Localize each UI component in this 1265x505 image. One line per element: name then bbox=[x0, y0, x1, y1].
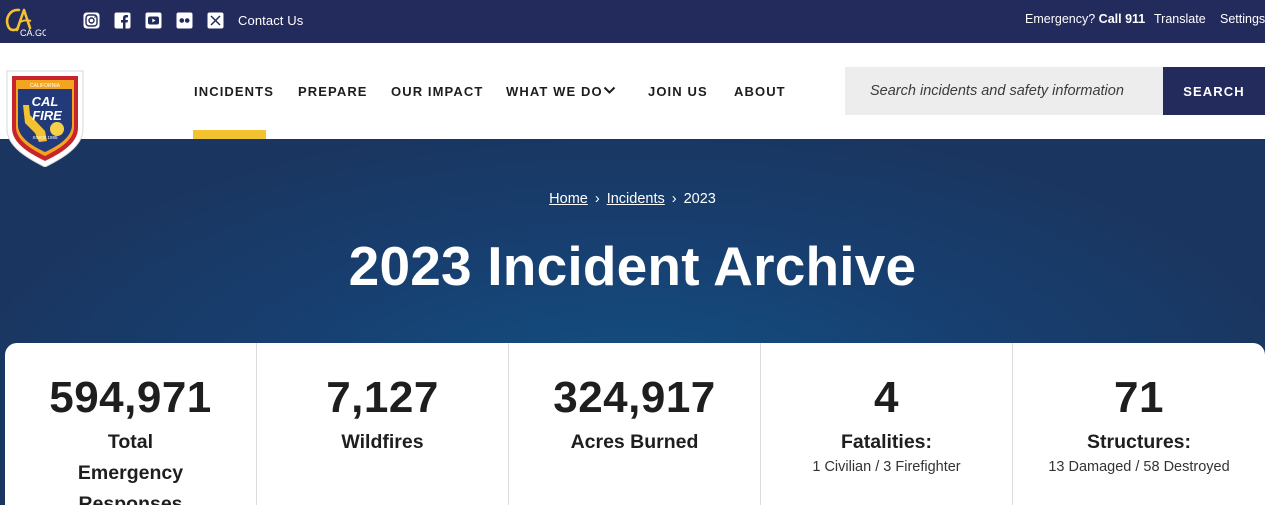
breadcrumb-current: 2023 bbox=[683, 191, 716, 207]
chevron-down-icon[interactable] bbox=[603, 84, 616, 97]
emergency-prefix: Emergency? bbox=[1025, 12, 1096, 26]
svg-text:SINCE 1885: SINCE 1885 bbox=[32, 135, 58, 140]
stat-total-emergency-responses: 594,971 Total Emergency Responses bbox=[5, 343, 257, 505]
nav-our-impact[interactable]: OUR IMPACT bbox=[391, 84, 483, 99]
stat-label: Total Emergency Responses bbox=[77, 431, 184, 505]
stat-fatalities: 4 Fatalities: 1 Civilian / 3 Firefighter bbox=[761, 343, 1013, 505]
svg-text:CAL: CAL bbox=[32, 94, 59, 109]
youtube-icon[interactable] bbox=[145, 12, 162, 29]
translate-button[interactable]: Translate bbox=[1154, 12, 1206, 26]
stat-label: Fatalities: bbox=[840, 431, 933, 453]
stat-label: Structures: bbox=[1086, 431, 1192, 453]
instagram-icon[interactable] bbox=[83, 12, 100, 29]
nav-prepare[interactable]: PREPARE bbox=[298, 84, 368, 99]
stat-acres-burned: 324,917 Acres Burned bbox=[509, 343, 761, 505]
cal-fire-logo[interactable]: CALIFORNIA CAL FIRE SINCE 1885 bbox=[5, 67, 85, 209]
stat-label: Wildfires bbox=[341, 431, 424, 453]
nav-about[interactable]: ABOUT bbox=[734, 84, 786, 99]
stat-value: 4 bbox=[874, 373, 899, 422]
svg-text:FIRE: FIRE bbox=[32, 108, 62, 123]
flickr-icon[interactable] bbox=[176, 12, 193, 29]
breadcrumb-incidents[interactable]: Incidents bbox=[607, 191, 665, 207]
stat-detail: 13 Damaged / 58 Destroyed bbox=[1048, 459, 1230, 475]
stat-value: 594,971 bbox=[49, 373, 212, 422]
nav-incidents[interactable]: INCIDENTS bbox=[194, 84, 274, 99]
breadcrumb-separator: › bbox=[594, 191, 600, 207]
search-input[interactable] bbox=[845, 67, 1163, 115]
utility-bar: CA.GOV Contact Us Emergency? Call 911 Tr… bbox=[0, 0, 1265, 43]
ca-gov-text: CA.GOV bbox=[20, 28, 46, 38]
emergency-notice: Emergency? Call 911 bbox=[1025, 12, 1145, 26]
settings-button[interactable]: Settings bbox=[1220, 12, 1265, 26]
breadcrumb: Home › Incidents › 2023 bbox=[0, 191, 1265, 207]
search-button[interactable]: SEARCH bbox=[1163, 67, 1265, 115]
stat-value: 7,127 bbox=[326, 373, 439, 422]
svg-text:CALIFORNIA: CALIFORNIA bbox=[30, 83, 61, 89]
page-title: 2023 Incident Archive bbox=[348, 235, 917, 297]
nav-what-we-do[interactable]: WHAT WE DO bbox=[506, 84, 603, 99]
stat-label: Acres Burned bbox=[570, 431, 699, 453]
stat-value: 71 bbox=[1114, 373, 1164, 422]
site-header: CALIFORNIA CAL FIRE SINCE 1885 INCIDENTS… bbox=[0, 43, 1265, 168]
nav-join-us[interactable]: JOIN US bbox=[648, 84, 708, 99]
stats-panel: 594,971 Total Emergency Responses 7,127 … bbox=[5, 343, 1265, 505]
stat-wildfires: 7,127 Wildfires bbox=[257, 343, 509, 505]
contact-us-link[interactable]: Contact Us bbox=[238, 13, 303, 28]
facebook-icon[interactable] bbox=[114, 12, 131, 29]
stat-structures: 71 Structures: 13 Damaged / 58 Destroyed bbox=[1013, 343, 1265, 505]
emergency-number-link[interactable]: Call 911 bbox=[1099, 12, 1146, 26]
breadcrumb-separator: › bbox=[671, 191, 677, 207]
breadcrumb-home[interactable]: Home bbox=[549, 191, 588, 207]
stat-detail: 1 Civilian / 3 Firefighter bbox=[812, 459, 961, 475]
ca-gov-logo[interactable]: CA.GOV bbox=[4, 6, 46, 38]
nav-active-indicator bbox=[193, 130, 266, 139]
stat-value: 324,917 bbox=[553, 373, 716, 422]
x-twitter-icon[interactable] bbox=[207, 12, 224, 29]
